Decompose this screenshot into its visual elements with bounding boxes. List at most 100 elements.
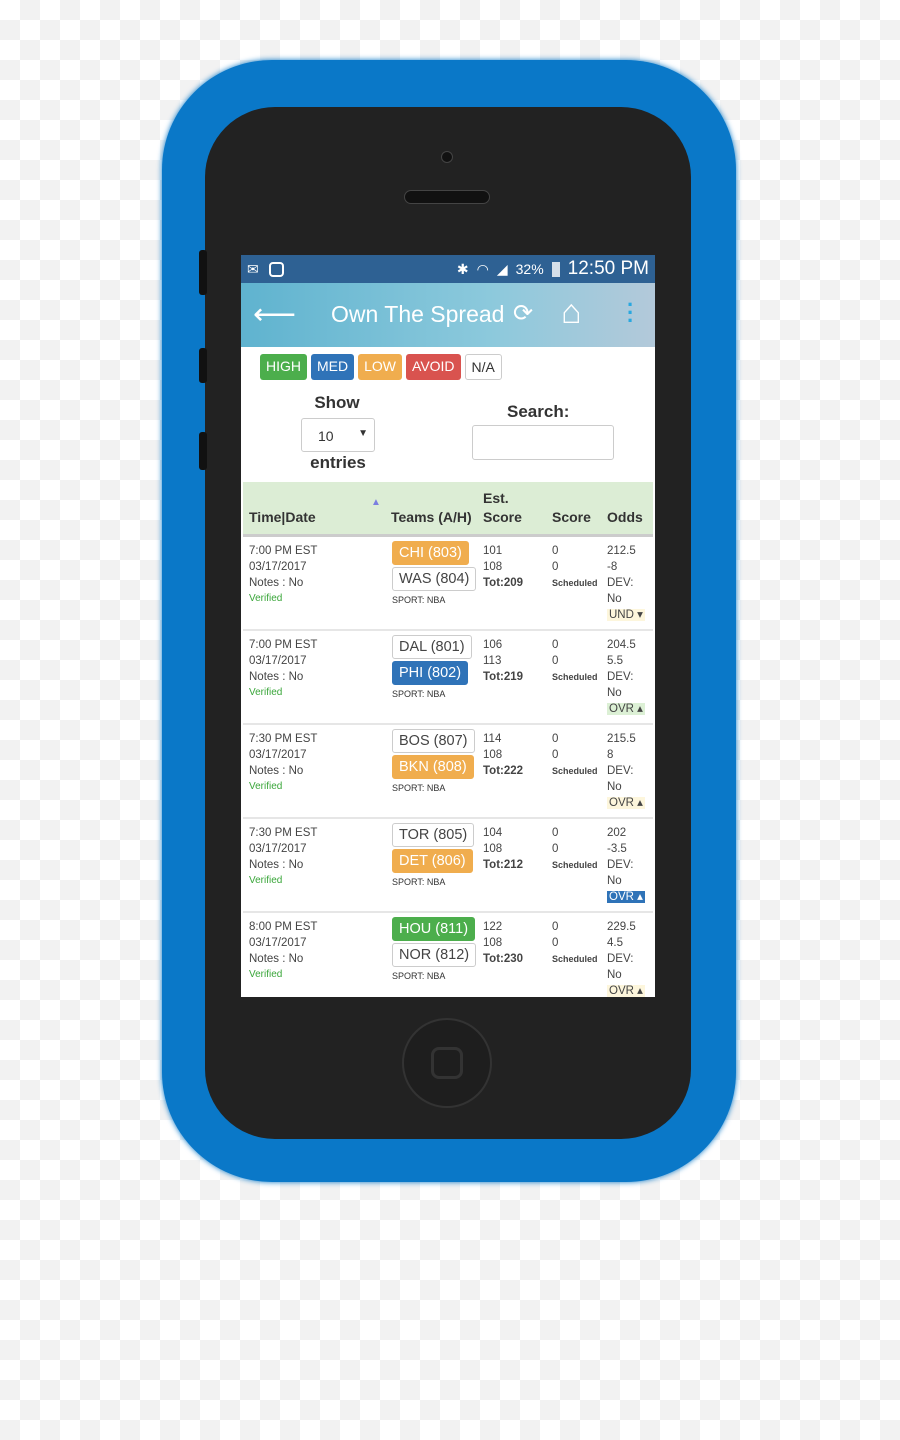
dev-value: No	[607, 687, 622, 699]
score-status: Scheduled	[552, 954, 598, 964]
score-status: Scheduled	[552, 766, 598, 776]
est-away: 122	[483, 921, 503, 933]
app-bar: ⟵ Own The Spread ⟳ ⌂ · · ·	[241, 283, 655, 347]
home-icon[interactable]: ⌂	[561, 293, 582, 332]
dev-label: DEV:	[607, 953, 634, 965]
dev-label: DEV:	[607, 671, 634, 683]
volume-up-button	[199, 348, 207, 383]
away-team-badge[interactable]: DAL (801)	[392, 635, 472, 659]
game-time: 7:30 PM EST	[249, 827, 318, 839]
table-header: Time|Date ▲ Teams (A/H) Est. Score Score…	[243, 482, 653, 537]
table-row[interactable]: 7:30 PM EST 03/17/2017 Notes : No Verifi…	[243, 725, 653, 819]
odds-spread: 8	[607, 749, 614, 761]
dev-label: DEV:	[607, 765, 634, 777]
legend-na: N/A	[464, 354, 502, 380]
odds-total: 204.5	[607, 639, 636, 651]
away-team-badge[interactable]: TOR (805)	[392, 823, 475, 847]
table-row[interactable]: 8:00 PM EST 03/17/2017 Notes : No Verifi…	[243, 913, 653, 997]
away-team-badge[interactable]: BOS (807)	[392, 729, 475, 753]
notes: Notes : No	[249, 765, 304, 777]
notes: Notes : No	[249, 671, 304, 683]
est-total: Tot:209	[483, 577, 524, 589]
score-home: 0	[552, 843, 559, 855]
game-date: 03/17/2017	[249, 561, 307, 573]
odds-total: 212.5	[607, 545, 636, 557]
game-date: 03/17/2017	[249, 937, 307, 949]
game-time: 7:00 PM EST	[249, 639, 318, 651]
search-input[interactable]	[472, 425, 614, 460]
screen: ✉ ✱ ◠ ◢ 32% 12:50 PM ⟵ Own The Spread ⟳ …	[241, 255, 655, 997]
header-teams[interactable]: Teams (A/H)	[391, 509, 472, 525]
est-score-cell: 101 108 Tot:209	[483, 543, 523, 591]
sort-asc-icon: ▲	[371, 497, 381, 508]
battery-percent: 32%	[515, 261, 544, 277]
game-date: 03/17/2017	[249, 749, 307, 761]
score-home: 0	[552, 655, 559, 667]
time-date-cell: 8:00 PM EST 03/17/2017 Notes : No Verifi…	[249, 919, 317, 983]
score-cell: 0 0 Scheduled	[552, 637, 598, 685]
away-team-badge[interactable]: CHI (803)	[392, 541, 469, 565]
score-cell: 0 0 Scheduled	[552, 919, 598, 967]
bluetooth-icon: ✱	[456, 260, 469, 277]
battery-icon	[551, 261, 560, 277]
earpiece-speaker	[404, 190, 490, 204]
header-est-score[interactable]: Score	[483, 509, 522, 525]
odds-total: 202	[607, 827, 627, 839]
mute-switch	[199, 250, 207, 295]
odds-cell: 204.5 5.5 DEV: No OVR ▴	[607, 637, 645, 717]
odds-cell: 202 -3.5 DEV: No OVR ▴	[607, 825, 645, 905]
home-button[interactable]	[402, 1018, 492, 1108]
legend-med: MED	[311, 354, 355, 380]
score-cell: 0 0 Scheduled	[552, 731, 598, 779]
more-vert-icon[interactable]: · · ·	[627, 294, 634, 332]
header-est[interactable]: Est.	[483, 490, 509, 506]
game-date: 03/17/2017	[249, 655, 307, 667]
search-label: Search:	[507, 402, 570, 421]
home-team-badge[interactable]: WAS (804)	[392, 567, 477, 591]
est-home: 108	[483, 937, 503, 949]
sport-label: SPORT: NBA	[392, 877, 446, 887]
table-row[interactable]: 7:30 PM EST 03/17/2017 Notes : No Verifi…	[243, 819, 653, 913]
est-home: 113	[483, 655, 502, 667]
entries-select[interactable]: 10 ▼	[301, 418, 375, 452]
home-team-badge[interactable]: NOR (812)	[392, 943, 477, 967]
front-camera	[441, 151, 453, 163]
verified-status: Verified	[249, 969, 283, 980]
est-away: 104	[483, 827, 503, 839]
score-away: 0	[552, 921, 559, 933]
volume-down-button	[199, 432, 207, 470]
odds-cell: 215.5 8 DEV: No OVR ▴	[607, 731, 645, 811]
sport-label: SPORT: NBA	[392, 971, 446, 981]
header-time-date[interactable]: Time|Date	[249, 509, 316, 525]
over-under-indicator: OVR ▴	[607, 985, 645, 997]
sport-label: SPORT: NBA	[392, 595, 446, 605]
legend-low: LOW	[358, 354, 403, 380]
time-date-cell: 7:30 PM EST 03/17/2017 Notes : No Verifi…	[249, 825, 317, 889]
table-row[interactable]: 7:00 PM EST 03/17/2017 Notes : No Verifi…	[243, 537, 653, 631]
est-score-cell: 122 108 Tot:230	[483, 919, 523, 967]
score-home: 0	[552, 561, 559, 573]
home-team-badge[interactable]: BKN (808)	[392, 755, 474, 779]
odds-spread: -3.5	[607, 843, 627, 855]
est-home: 108	[483, 561, 503, 573]
verified-status: Verified	[249, 687, 283, 698]
odds-spread: -8	[607, 561, 618, 573]
refresh-icon[interactable]: ⟳	[513, 299, 533, 328]
home-team-badge[interactable]: PHI (802)	[392, 661, 469, 685]
header-odds[interactable]: Odds	[607, 509, 643, 525]
back-arrow-icon[interactable]: ⟵	[253, 297, 296, 332]
home-team-badge[interactable]: DET (806)	[392, 849, 473, 873]
odds-total: 229.5	[607, 921, 636, 933]
est-score-cell: 104 108 Tot:212	[483, 825, 523, 873]
table-row[interactable]: 7:00 PM EST 03/17/2017 Notes : No Verifi…	[243, 631, 653, 725]
away-team-badge[interactable]: HOU (811)	[392, 917, 476, 941]
score-home: 0	[552, 749, 559, 761]
score-away: 0	[552, 639, 559, 651]
notes: Notes : No	[249, 577, 304, 589]
header-score[interactable]: Score	[552, 509, 591, 525]
time-date-cell: 7:00 PM EST 03/17/2017 Notes : No Verifi…	[249, 637, 317, 701]
score-cell: 0 0 Scheduled	[552, 825, 598, 873]
status-bar: ✉ ✱ ◠ ◢ 32% 12:50 PM	[241, 255, 655, 283]
game-time: 7:00 PM EST	[249, 545, 318, 557]
game-time: 7:30 PM EST	[249, 733, 318, 745]
